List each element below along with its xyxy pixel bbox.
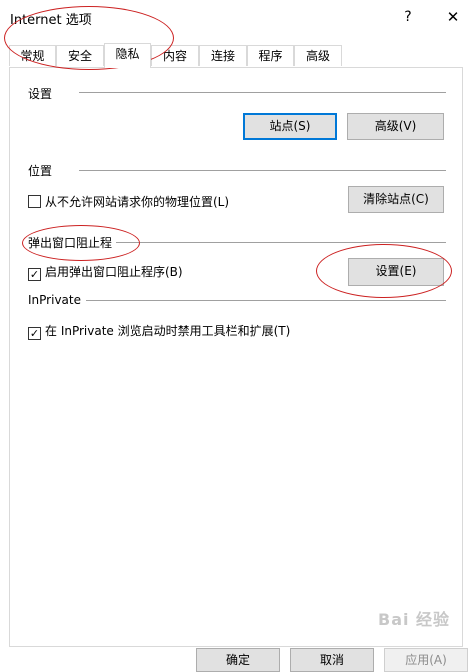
apply-button[interactable]: 应用(A): [384, 648, 468, 672]
tab-content[interactable]: 内容: [151, 45, 199, 66]
internet-options-dialog: Internet 选项 ? ✕ 常规 安全 隐私 内容 连接 程序 高级 设置 …: [0, 0, 472, 672]
cancel-button[interactable]: 取消: [290, 648, 374, 672]
tab-connections[interactable]: 连接: [199, 45, 247, 66]
popup-group-label: 弹出窗口阻止程: [28, 234, 117, 251]
inprivate-group-label: InPrivate: [28, 293, 85, 307]
settings-group-label: 设置: [28, 85, 57, 102]
close-icon[interactable]: ✕: [442, 6, 464, 28]
window-title: Internet 选项: [10, 13, 92, 28]
settings-separator: [79, 92, 446, 93]
location-checkbox-label: 从不允许网站请求你的物理位置(L): [45, 195, 230, 209]
ok-button[interactable]: 确定: [196, 648, 280, 672]
clear-sites-button[interactable]: 清除站点(C): [348, 186, 444, 213]
tab-general[interactable]: 常规: [9, 45, 56, 66]
help-icon[interactable]: ?: [398, 6, 418, 28]
privacy-panel: 设置 站点(S) 高级(V) 位置 从不允许网站请求你的物理位置(L) 清除站点…: [9, 67, 463, 647]
dialog-footer: 确定 取消 应用(A): [0, 640, 472, 672]
tab-security[interactable]: 安全: [56, 45, 104, 66]
inprivate-checkbox[interactable]: ✓: [28, 327, 41, 340]
sites-button[interactable]: 站点(S): [243, 113, 337, 140]
location-checkbox[interactable]: [28, 195, 41, 208]
popup-checkbox[interactable]: ✓: [28, 268, 41, 281]
title-bar: Internet 选项 ? ✕: [0, 0, 472, 36]
popup-settings-button[interactable]: 设置(E): [348, 258, 444, 286]
watermark-logo: Bai 经验: [378, 610, 451, 629]
inprivate-checkbox-row[interactable]: ✓ 在 InPrivate 浏览启动时禁用工具栏和扩展(T): [28, 322, 290, 340]
popup-checkbox-label: 启用弹出窗口阻止程序(B): [45, 265, 183, 279]
advanced-button[interactable]: 高级(V): [347, 113, 444, 140]
tab-programs[interactable]: 程序: [247, 45, 294, 66]
location-checkbox-row[interactable]: 从不允许网站请求你的物理位置(L): [28, 193, 229, 210]
inprivate-separator: [86, 300, 446, 301]
tab-privacy[interactable]: 隐私: [104, 43, 151, 68]
inprivate-checkbox-label: 在 InPrivate 浏览启动时禁用工具栏和扩展(T): [45, 324, 291, 338]
tab-advanced[interactable]: 高级: [294, 45, 342, 66]
location-group-label: 位置: [28, 162, 57, 179]
location-separator: [79, 170, 446, 171]
popup-checkbox-row[interactable]: ✓ 启用弹出窗口阻止程序(B): [28, 263, 183, 281]
